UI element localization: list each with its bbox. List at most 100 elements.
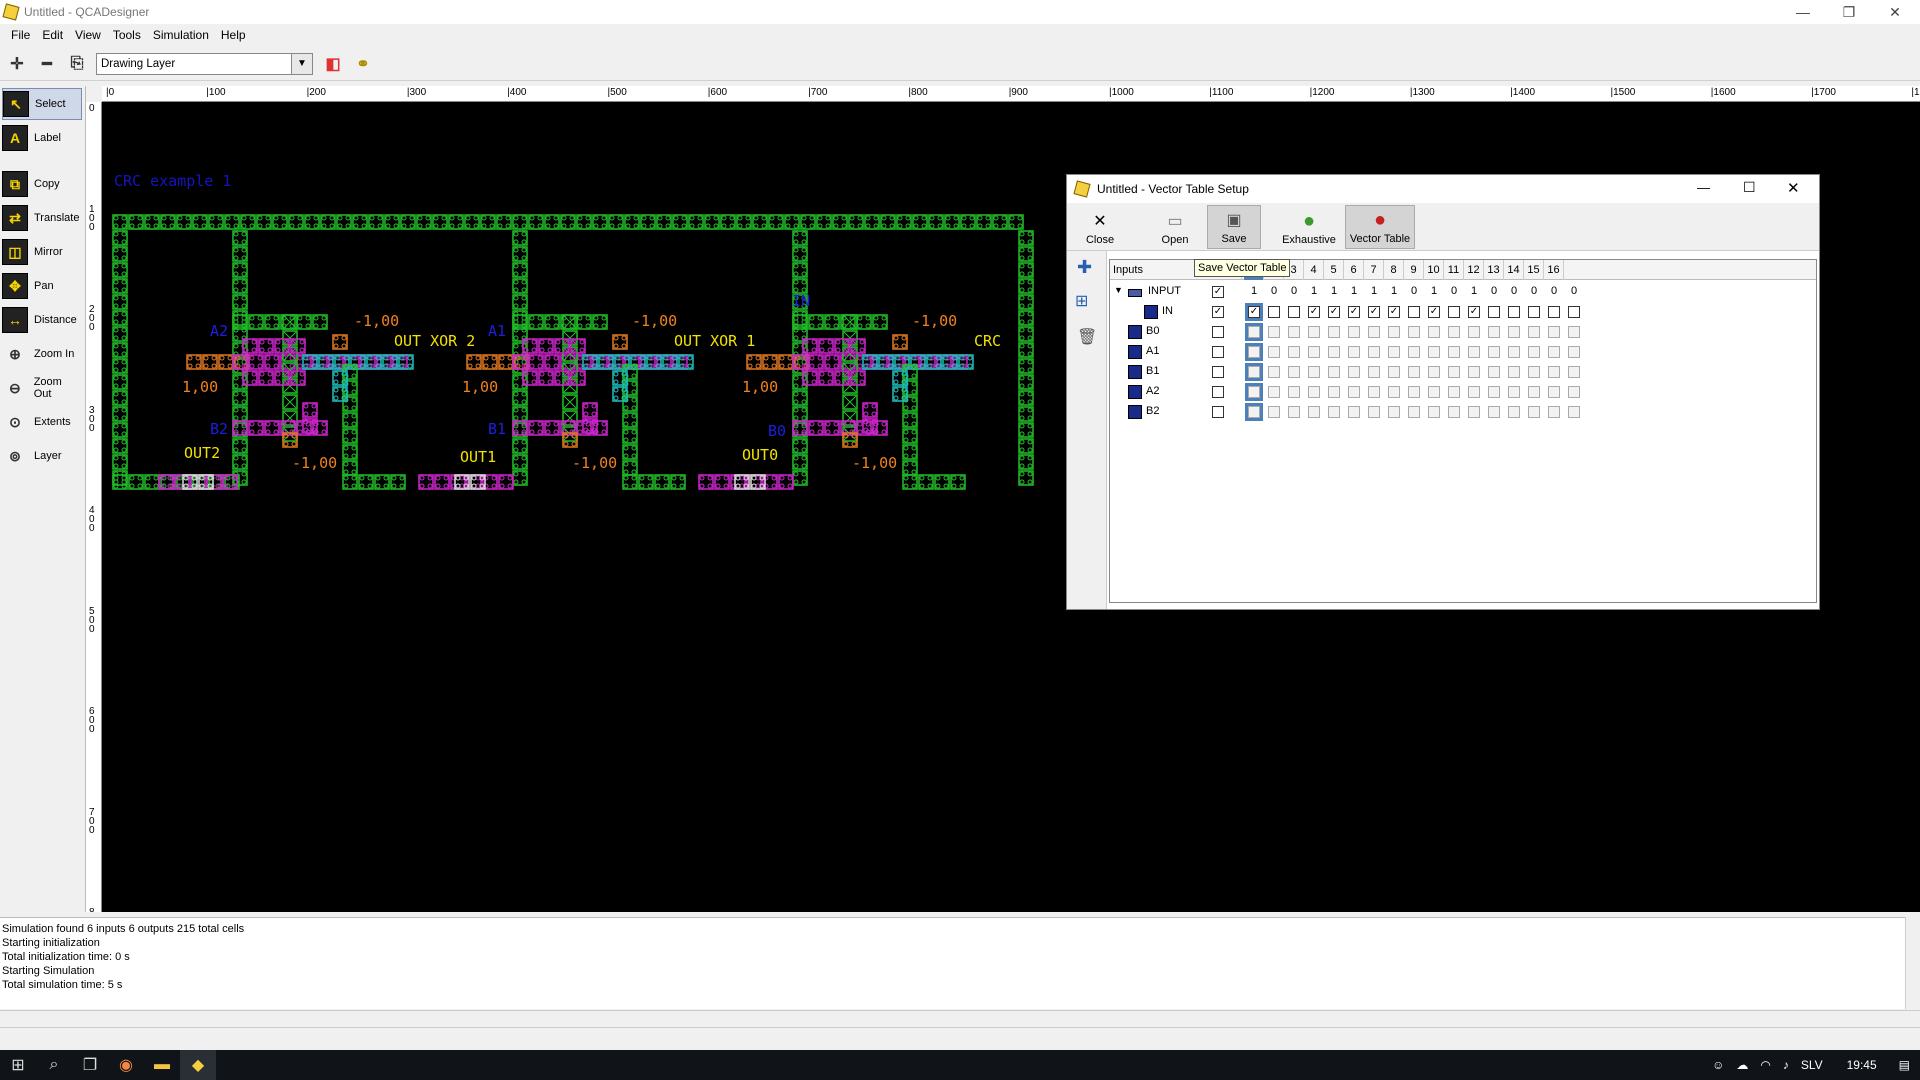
vector-column-header[interactable]: 13 xyxy=(1484,260,1504,280)
save-button[interactable]: ▣ Save xyxy=(1207,205,1261,249)
properties-icon[interactable]: ⎘ xyxy=(66,53,88,75)
close-window-button[interactable]: ✕ xyxy=(1872,0,1918,24)
insert-vector-icon[interactable]: ⊞ xyxy=(1075,291,1088,311)
language-indicator[interactable]: SLV xyxy=(1801,1058,1823,1072)
vector-value-checkbox[interactable] xyxy=(1308,326,1320,338)
vector-value-checkbox[interactable] xyxy=(1388,386,1400,398)
tool-mirror[interactable]: ◫ Mirror xyxy=(2,236,82,268)
vector-value-checkbox[interactable] xyxy=(1568,386,1580,398)
tool-layer[interactable]: ⊚ Layer xyxy=(2,440,82,472)
menu-help[interactable]: Help xyxy=(221,28,246,42)
console-scrollbar[interactable] xyxy=(1905,917,1920,1009)
vector-value-checkbox[interactable] xyxy=(1348,406,1360,418)
input-active-checkbox[interactable]: ✓ xyxy=(1212,306,1224,318)
exhaustive-button[interactable]: ● Exhaustive xyxy=(1277,205,1341,249)
vector-table-button[interactable]: ● Vector Table xyxy=(1345,205,1415,249)
wifi-icon[interactable]: ◠ xyxy=(1760,1058,1770,1072)
vector-value-checkbox[interactable] xyxy=(1388,366,1400,378)
vector-value-checkbox[interactable] xyxy=(1328,406,1340,418)
input-active-checkbox[interactable] xyxy=(1212,366,1224,378)
vector-value-checkbox[interactable] xyxy=(1468,346,1480,358)
vector-value-checkbox[interactable] xyxy=(1468,326,1480,338)
vector-value-checkbox[interactable] xyxy=(1528,306,1540,318)
vector-value-checkbox[interactable] xyxy=(1288,406,1300,418)
vector-value-checkbox[interactable] xyxy=(1568,366,1580,378)
clock[interactable]: 19:45 xyxy=(1847,1058,1877,1072)
vector-value-checkbox[interactable] xyxy=(1388,346,1400,358)
vector-value-checkbox[interactable] xyxy=(1488,346,1500,358)
link-icon[interactable]: ⚭ xyxy=(352,53,374,75)
vector-value-checkbox[interactable] xyxy=(1308,406,1320,418)
volume-icon[interactable]: ♪ xyxy=(1783,1058,1789,1072)
vector-table[interactable]: Inputs 12345678910111213141516 ▼ INPUT ✓… xyxy=(1109,259,1817,603)
tool-translate[interactable]: ⇄ Translate xyxy=(2,202,82,234)
add-icon[interactable]: ✛ xyxy=(6,53,28,75)
tool-distance[interactable]: ↔ Distance xyxy=(2,304,82,336)
vector-value-checkbox[interactable] xyxy=(1568,306,1580,318)
chevron-down-icon[interactable]: ▼ xyxy=(291,52,313,75)
vector-value-checkbox[interactable] xyxy=(1245,383,1263,401)
vector-value-checkbox[interactable] xyxy=(1528,406,1540,418)
input-active-checkbox[interactable] xyxy=(1212,406,1224,418)
maximize-icon[interactable]: ☐ xyxy=(1743,179,1756,196)
vector-value-checkbox[interactable] xyxy=(1468,386,1480,398)
vector-value-checkbox[interactable] xyxy=(1448,386,1460,398)
vector-value-checkbox[interactable] xyxy=(1508,326,1520,338)
vector-value-checkbox[interactable] xyxy=(1548,326,1560,338)
vector-value-checkbox[interactable] xyxy=(1408,386,1420,398)
tool-zoom-in[interactable]: ⊕ Zoom In xyxy=(2,338,82,370)
vector-value-checkbox[interactable] xyxy=(1368,406,1380,418)
vector-column-header[interactable]: 9 xyxy=(1404,260,1424,280)
vector-value-checkbox[interactable]: ✓ xyxy=(1388,306,1400,318)
vector-value-checkbox[interactable] xyxy=(1568,406,1580,418)
vector-column-header[interactable]: 8 xyxy=(1384,260,1404,280)
vector-value-checkbox[interactable] xyxy=(1348,326,1360,338)
vector-value-checkbox[interactable] xyxy=(1508,346,1520,358)
vector-value-checkbox[interactable] xyxy=(1328,326,1340,338)
restore-button[interactable]: ❐ xyxy=(1826,0,1872,24)
vector-value-checkbox[interactable] xyxy=(1348,346,1360,358)
vector-value-checkbox[interactable] xyxy=(1448,346,1460,358)
vector-value-checkbox[interactable] xyxy=(1548,346,1560,358)
vector-value-checkbox[interactable] xyxy=(1268,406,1280,418)
people-icon[interactable]: ☺ xyxy=(1712,1058,1724,1072)
menu-file[interactable]: File xyxy=(11,28,30,42)
vector-value-checkbox[interactable] xyxy=(1308,386,1320,398)
vector-value-checkbox[interactable] xyxy=(1245,343,1263,361)
vector-value-checkbox[interactable] xyxy=(1368,326,1380,338)
minimize-icon[interactable]: — xyxy=(1697,180,1710,195)
vector-value-checkbox[interactable] xyxy=(1388,326,1400,338)
open-button[interactable]: ▭ Open xyxy=(1153,205,1197,249)
tool-copy[interactable]: ⧉ Copy xyxy=(2,168,82,200)
vector-value-checkbox[interactable] xyxy=(1288,306,1300,318)
vector-value-checkbox[interactable] xyxy=(1488,386,1500,398)
vector-value-checkbox[interactable]: ✓ xyxy=(1428,306,1440,318)
vector-value-checkbox[interactable] xyxy=(1308,366,1320,378)
layer-select[interactable]: Drawing Layer ▼ xyxy=(96,52,313,75)
vector-value-checkbox[interactable] xyxy=(1548,306,1560,318)
vector-column-header[interactable]: 11 xyxy=(1444,260,1464,280)
group-active-checkbox[interactable]: ✓ xyxy=(1212,286,1224,298)
vector-value-checkbox[interactable] xyxy=(1568,346,1580,358)
vector-value-checkbox[interactable] xyxy=(1448,366,1460,378)
trash-icon[interactable]: 🗑 xyxy=(1077,327,1097,347)
add-vector-icon[interactable]: ✚ xyxy=(1077,257,1092,278)
vector-column-header[interactable]: 7 xyxy=(1364,260,1384,280)
vector-column-header[interactable]: 6 xyxy=(1344,260,1364,280)
windows-start-icon[interactable]: ⊞ xyxy=(0,1050,36,1080)
vector-value-checkbox[interactable] xyxy=(1268,306,1280,318)
close-button[interactable]: ✕ Close xyxy=(1081,205,1119,249)
chrome-icon[interactable]: ◉ xyxy=(108,1050,144,1080)
vector-column-header[interactable]: 12 xyxy=(1464,260,1484,280)
vector-value-checkbox[interactable] xyxy=(1288,326,1300,338)
vector-value-checkbox[interactable] xyxy=(1448,406,1460,418)
vector-value-checkbox[interactable] xyxy=(1245,403,1263,421)
network-icon[interactable]: ☁ xyxy=(1736,1058,1748,1072)
vector-value-checkbox[interactable] xyxy=(1548,366,1560,378)
qcadesigner-taskbar-icon[interactable]: ◆ xyxy=(180,1050,216,1080)
vector-value-checkbox[interactable] xyxy=(1408,346,1420,358)
tool-pan[interactable]: ✥ Pan xyxy=(2,270,82,302)
vector-value-checkbox[interactable] xyxy=(1428,366,1440,378)
vector-value-checkbox[interactable] xyxy=(1528,366,1540,378)
vector-value-checkbox[interactable] xyxy=(1488,366,1500,378)
